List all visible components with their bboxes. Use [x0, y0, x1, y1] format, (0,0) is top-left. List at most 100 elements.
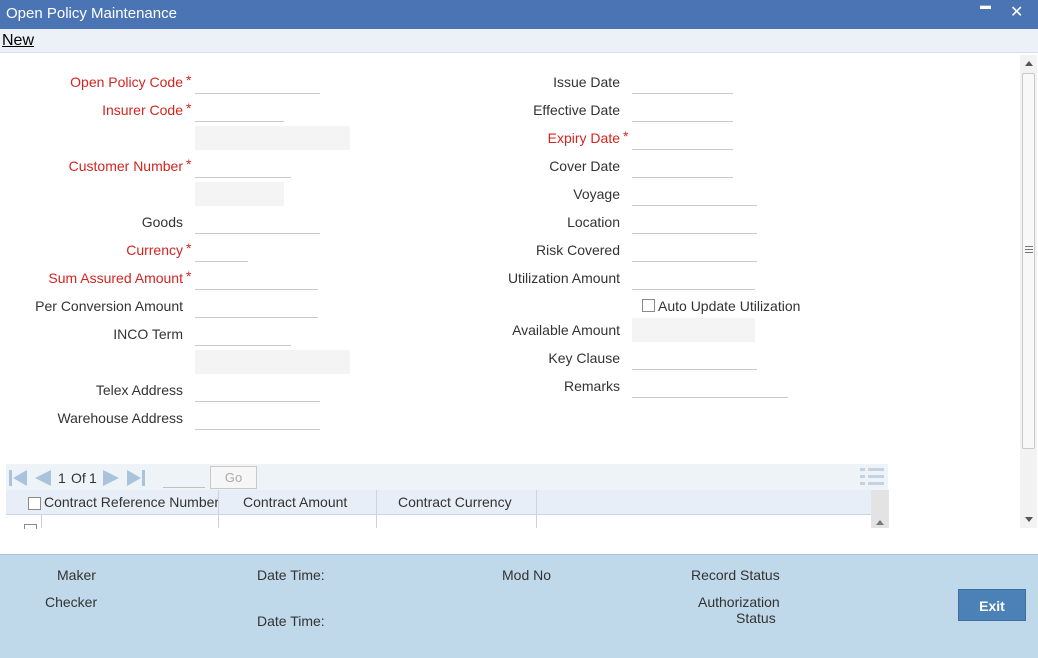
- row-separator: [536, 515, 537, 528]
- scroll-thumb[interactable]: [1022, 73, 1035, 449]
- page-number-input[interactable]: [163, 468, 205, 488]
- issue-date-input[interactable]: [632, 70, 733, 94]
- utilization-amount-label: Utilization Amount: [507, 270, 620, 286]
- mod-no-label: Mod No: [502, 567, 552, 583]
- column-contract-currency[interactable]: Contract Currency: [398, 494, 512, 510]
- column-contract-reference-number[interactable]: Contract Reference Number: [44, 494, 219, 510]
- key-clause-label: Key Clause: [548, 350, 620, 366]
- required-marker: *: [186, 156, 192, 172]
- go-button[interactable]: Go: [210, 466, 257, 489]
- previous-page-icon[interactable]: [32, 468, 52, 491]
- inco-term-description: [195, 350, 350, 374]
- location-input[interactable]: [632, 210, 757, 234]
- telex-address-label: Telex Address: [95, 382, 183, 398]
- available-amount-label: Available Amount: [512, 322, 620, 338]
- maker-date-time-label: Date Time:: [257, 567, 325, 583]
- record-status-label: Record Status: [691, 567, 780, 583]
- insurer-code-label: Insurer Code: [102, 102, 183, 118]
- close-icon[interactable]: ✕: [1010, 2, 1023, 22]
- current-page: 1: [58, 470, 66, 486]
- sum-assured-amount-input[interactable]: [195, 266, 318, 290]
- available-amount-display: [632, 318, 755, 342]
- select-all-checkbox[interactable]: [28, 497, 41, 510]
- checker-date-time-label: Date Time:: [257, 613, 325, 629]
- exit-button[interactable]: Exit: [958, 589, 1026, 621]
- grid-header: Contract Reference Number Contract Amoun…: [6, 490, 871, 515]
- maker-label: Maker: [57, 567, 96, 583]
- column-contract-amount[interactable]: Contract Amount: [243, 494, 347, 510]
- voyage-label: Voyage: [573, 186, 620, 202]
- row-checkbox[interactable]: [24, 524, 37, 529]
- location-label: Location: [567, 214, 620, 230]
- expiry-date-input[interactable]: [632, 126, 733, 150]
- grid-pager-toolbar: 1 Of 1 Go: [6, 464, 888, 490]
- issue-date-label: Issue Date: [553, 74, 620, 90]
- new-link[interactable]: New: [2, 32, 34, 50]
- expiry-date-label: Expiry Date: [547, 130, 620, 146]
- telex-address-input[interactable]: [195, 378, 320, 402]
- risk-covered-input[interactable]: [632, 238, 757, 262]
- remarks-label: Remarks: [563, 378, 620, 394]
- utilization-amount-input[interactable]: [632, 266, 755, 290]
- insurer-code-input[interactable]: [195, 98, 284, 122]
- window-title: Open Policy Maintenance: [6, 5, 177, 22]
- insurer-name-display: [195, 126, 350, 150]
- required-marker: *: [623, 128, 629, 144]
- required-marker: *: [186, 100, 192, 116]
- grid-scrollbar[interactable]: [871, 490, 889, 528]
- authorization-status-label-line2: Status: [736, 610, 776, 626]
- auto-update-utilization-checkbox[interactable]: [642, 299, 655, 312]
- audit-footer: Maker Checker Date Time: Date Time: Mod …: [0, 554, 1038, 658]
- row-separator: [218, 515, 219, 528]
- open-policy-code-label: Open Policy Code: [70, 74, 183, 90]
- first-page-icon[interactable]: [8, 468, 28, 491]
- inco-term-label: INCO Term: [113, 326, 183, 342]
- warehouse-address-label: Warehouse Address: [57, 410, 183, 426]
- open-policy-code-input[interactable]: [195, 70, 320, 94]
- list-view-icon[interactable]: [859, 467, 885, 490]
- row-separator: [376, 515, 377, 528]
- cover-date-input[interactable]: [632, 154, 733, 178]
- scroll-down-icon[interactable]: [1024, 516, 1034, 524]
- warehouse-address-input[interactable]: [195, 406, 320, 430]
- form-area: [0, 53, 1020, 528]
- column-separator: [218, 490, 219, 515]
- sum-assured-amount-label: Sum Assured Amount: [48, 270, 183, 286]
- customer-name-display: [195, 182, 284, 206]
- currency-input[interactable]: [195, 238, 248, 262]
- minimize-icon[interactable]: ▬: [980, 0, 991, 12]
- inco-term-input[interactable]: [195, 322, 291, 346]
- column-separator: [536, 490, 537, 515]
- required-marker: *: [186, 72, 192, 88]
- column-separator: [376, 490, 377, 515]
- authorization-status-label: Authorization: [698, 594, 780, 610]
- last-page-icon[interactable]: [126, 468, 146, 491]
- remarks-input[interactable]: [632, 374, 788, 398]
- next-page-icon[interactable]: [102, 468, 122, 491]
- row-separator: [41, 515, 42, 528]
- goods-input[interactable]: [195, 210, 320, 234]
- per-conversion-amount-input[interactable]: [195, 294, 318, 318]
- currency-label: Currency: [126, 242, 183, 258]
- key-clause-input[interactable]: [632, 346, 757, 370]
- page-of-label: Of: [71, 470, 86, 486]
- menu-bar: New: [0, 29, 1038, 53]
- goods-label: Goods: [141, 214, 183, 230]
- voyage-input[interactable]: [632, 182, 757, 206]
- required-marker: *: [186, 240, 192, 256]
- checker-label: Checker: [45, 594, 98, 610]
- cover-date-label: Cover Date: [549, 158, 620, 174]
- form-scrollbar[interactable]: [1020, 55, 1037, 528]
- grid-body: [6, 515, 871, 529]
- effective-date-input[interactable]: [632, 98, 733, 122]
- customer-number-input[interactable]: [195, 154, 291, 178]
- risk-covered-label: Risk Covered: [535, 242, 620, 258]
- total-pages: 1: [89, 470, 97, 486]
- effective-date-label: Effective Date: [533, 102, 620, 118]
- scroll-up-icon[interactable]: [1024, 59, 1034, 67]
- auto-update-utilization-label: Auto Update Utilization: [658, 298, 801, 314]
- customer-number-label: Customer Number: [68, 158, 183, 174]
- required-marker: *: [186, 268, 192, 284]
- per-conversion-amount-label: Per Conversion Amount: [35, 298, 183, 314]
- title-bar: Open Policy Maintenance ▬ ✕: [0, 0, 1038, 29]
